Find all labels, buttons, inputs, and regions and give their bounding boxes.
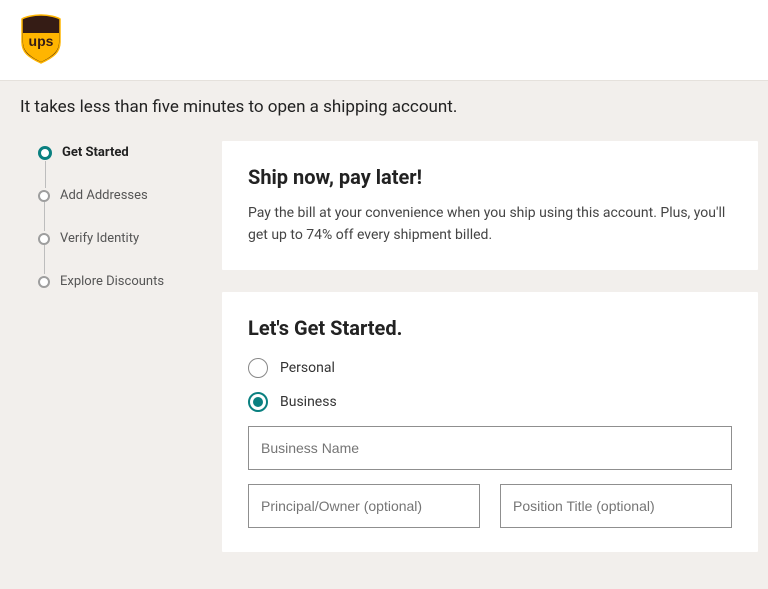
radio-icon	[248, 358, 268, 378]
promo-title: Ship now, pay later!	[248, 165, 732, 189]
progress-stepper: Get Started Add Addresses Verify Identit…	[38, 141, 198, 289]
svg-text:ups: ups	[29, 33, 54, 49]
app-header: ups	[0, 0, 768, 81]
step-circle-icon	[38, 276, 50, 288]
step-label: Add Addresses	[60, 188, 148, 203]
step-circle-icon	[38, 190, 50, 202]
position-title-input[interactable]	[500, 484, 732, 528]
radio-icon	[248, 392, 268, 412]
step-get-started[interactable]: Get Started	[38, 145, 198, 160]
step-add-addresses[interactable]: Add Addresses	[38, 188, 198, 203]
step-label: Get Started	[62, 145, 129, 160]
promo-card: Ship now, pay later! Pay the bill at you…	[222, 141, 758, 270]
form-title: Let's Get Started.	[248, 316, 732, 340]
page-subtitle: It takes less than five minutes to open …	[20, 97, 748, 117]
business-name-input[interactable]	[248, 426, 732, 470]
ups-logo-icon[interactable]: ups	[20, 14, 62, 68]
step-circle-icon	[38, 146, 52, 160]
radio-label: Personal	[280, 360, 335, 376]
step-label: Verify Identity	[60, 231, 139, 246]
step-verify-identity[interactable]: Verify Identity	[38, 231, 198, 246]
promo-body: Pay the bill at your convenience when yo…	[248, 203, 732, 246]
radio-personal[interactable]: Personal	[248, 358, 732, 378]
radio-business[interactable]: Business	[248, 392, 732, 412]
form-card: Let's Get Started. Personal Business	[222, 292, 758, 552]
step-explore-discounts[interactable]: Explore Discounts	[38, 274, 198, 289]
step-label: Explore Discounts	[60, 274, 164, 289]
principal-owner-input[interactable]	[248, 484, 480, 528]
page-subheader: It takes less than five minutes to open …	[0, 81, 768, 117]
radio-label: Business	[280, 394, 337, 410]
step-circle-icon	[38, 233, 50, 245]
